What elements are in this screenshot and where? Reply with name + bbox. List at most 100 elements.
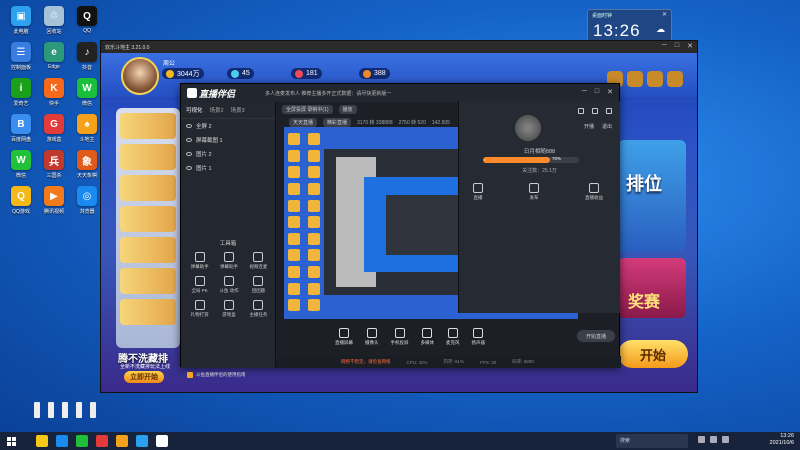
player-avatar[interactable] (121, 57, 159, 95)
control-button[interactable]: 摄像头 (365, 328, 379, 346)
room-item[interactable] (120, 299, 176, 325)
tool-item[interactable]: 视频连麦 (244, 252, 273, 270)
desktop-icon[interactable]: 象天天象棋 (70, 150, 104, 184)
main-tab[interactable]: 播放 (338, 105, 357, 114)
tool-item[interactable]: 礼物打赏 (185, 300, 214, 318)
player-stat[interactable]: 45 (227, 68, 254, 79)
taskbar-app-icon[interactable] (36, 435, 48, 447)
desktop-icon[interactable]: ☰ 控制面板 (4, 42, 38, 76)
scene-item[interactable]: 全屏 2 (181, 119, 275, 133)
control-button[interactable]: 直播屏幕 (335, 328, 353, 346)
gift-icon[interactable] (578, 108, 584, 114)
gift-icon[interactable] (627, 71, 643, 87)
desktop-icon[interactable]: Q QQ (70, 6, 104, 40)
tool-item[interactable]: 主播任务 (244, 300, 273, 318)
scene-tab[interactable]: 可视化 (186, 106, 203, 114)
taskbar-search[interactable]: 搜索 (616, 434, 688, 448)
scene-tab[interactable]: 场景2 (210, 106, 224, 114)
host-action[interactable]: 发布 (529, 183, 539, 201)
maximize-icon[interactable]: □ (595, 88, 599, 96)
start-game-button[interactable]: 开始 (618, 340, 688, 368)
input-method-icon[interactable] (722, 436, 729, 443)
minimize-icon[interactable]: ─ (662, 42, 667, 50)
control-button[interactable]: 扬声器 (472, 328, 485, 346)
taskbar-app-icon[interactable] (136, 435, 148, 447)
sub-tab[interactable]: 天天直播 (289, 118, 318, 127)
minimize-icon[interactable]: ─ (582, 88, 587, 96)
scene-item[interactable]: 图片 2 (181, 147, 275, 161)
desktop-icon[interactable]: W 微信 (70, 78, 104, 112)
taskbar-app-icon[interactable] (56, 435, 68, 447)
host-action[interactable]: 直播收益 (585, 183, 603, 201)
tool-item[interactable]: 游戏盒 (214, 300, 243, 318)
scene-tab[interactable]: 场景3 (231, 106, 245, 114)
desktop-icon[interactable]: K 快手 (37, 78, 71, 112)
desktop-icon[interactable]: 兵三国杀 (37, 150, 71, 184)
desktop-icon[interactable]: Q QQ游戏 (4, 186, 38, 220)
taskbar-clock[interactable]: 13:26 2021/10/6 (770, 433, 794, 447)
host-link[interactable]: 退出 (602, 123, 612, 130)
prize-mode-card[interactable]: 奖赛 (618, 258, 686, 318)
eye-icon[interactable] (186, 124, 192, 128)
desktop-icon[interactable]: ▶ 腾讯视频 (37, 186, 71, 220)
promo-button[interactable]: 立即开始 (124, 371, 164, 383)
notice-text: 多人连麦发布人 推荐主播多开正式数据：请尽快更新版一 (265, 90, 392, 97)
tool-item[interactable]: 全局 PK (185, 276, 214, 294)
room-item[interactable] (120, 113, 176, 139)
taskbar-app-icon[interactable] (76, 435, 88, 447)
eye-icon[interactable] (186, 138, 192, 142)
tool-item[interactable]: 弹幕助手 (214, 252, 243, 270)
host-action[interactable]: 直播 (473, 183, 483, 201)
player-stat[interactable]: 181 (291, 68, 322, 79)
desktop-icon[interactable]: ♲ 回收站 (37, 6, 71, 40)
tool-item[interactable]: 团团题 (244, 276, 273, 294)
start-button[interactable] (0, 432, 22, 450)
rank-mode-card[interactable]: 排位 (618, 140, 686, 252)
shop-icon[interactable] (647, 71, 663, 87)
player-stat[interactable]: 388 (359, 68, 390, 79)
control-button[interactable]: 麦克风 (446, 328, 460, 346)
room-item[interactable] (120, 268, 176, 294)
scene-item[interactable]: 屏幕截图 1 (181, 133, 275, 147)
close-icon[interactable]: ✕ (607, 88, 613, 96)
desktop-icon[interactable]: G 游戏盒 (37, 114, 71, 148)
eye-icon[interactable] (186, 166, 192, 170)
desktop-icon[interactable]: ◎ 浏览器 (70, 186, 104, 220)
desktop-icon[interactable]: B 百度网盘 (4, 114, 38, 148)
taskbar-app-icon[interactable] (96, 435, 108, 447)
taskbar-app-icon[interactable] (116, 435, 128, 447)
taskbar-app-icon[interactable] (156, 435, 168, 447)
room-item[interactable] (120, 175, 176, 201)
tool-item[interactable]: 斗鱼 动作 (214, 276, 243, 294)
scene-item[interactable]: 图片 1 (181, 161, 275, 175)
desktop-icon[interactable]: i 爱奇艺 (4, 78, 38, 112)
tool-guide-banner[interactable]: 斗鱼直播伴侣的使用指南 (187, 372, 246, 378)
chat-icon[interactable] (592, 108, 598, 114)
eye-icon[interactable] (186, 152, 192, 156)
room-item[interactable] (120, 206, 176, 232)
desktop-icon[interactable]: ▣ 此电脑 (4, 6, 38, 40)
room-item[interactable] (120, 237, 176, 263)
desktop-icon[interactable]: ♠ 斗地主 (70, 114, 104, 148)
desktop-icon[interactable]: e Edge (37, 42, 71, 76)
desktop-icon[interactable]: W 微信 (4, 150, 38, 184)
main-tab[interactable]: 全屏投屏 录制中(1) (282, 105, 333, 114)
settings-icon[interactable] (667, 71, 683, 87)
room-item[interactable] (120, 144, 176, 170)
volume-icon[interactable] (710, 436, 717, 443)
control-button[interactable]: 多媒体 (421, 328, 434, 346)
close-icon[interactable]: ✕ (662, 11, 667, 18)
close-icon[interactable]: ✕ (687, 42, 693, 50)
share-icon[interactable] (606, 108, 612, 114)
clock-widget[interactable]: 桌面时钟 13:26 ✕ ☁ (587, 9, 672, 43)
network-icon[interactable] (698, 436, 705, 443)
start-live-button[interactable]: 开始直播 (577, 330, 615, 342)
player-stat[interactable]: 3044万 (162, 68, 204, 79)
host-link[interactable]: 开播 (584, 123, 594, 130)
maximize-icon[interactable]: □ (675, 42, 679, 50)
host-avatar[interactable] (515, 115, 541, 141)
tool-item[interactable]: 弹幕助手 (185, 252, 214, 270)
control-button[interactable]: 手机投屏 (391, 328, 409, 346)
desktop-icon[interactable]: ♪ 抖音 (70, 42, 104, 76)
sub-tab[interactable]: 精彩直播 (323, 118, 352, 127)
